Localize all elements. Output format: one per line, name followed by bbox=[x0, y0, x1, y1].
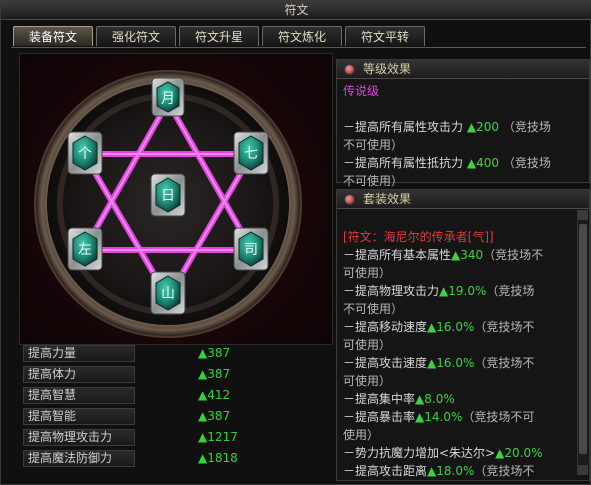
stat-label: 提高智慧 bbox=[23, 387, 135, 404]
stat-label: 提高物理攻击力 bbox=[23, 429, 135, 446]
effect-line: 可使用） bbox=[343, 374, 392, 388]
effect-line: －势力抗魔力增加<朱达尔>▲20.0% bbox=[343, 446, 543, 460]
stat-value: ▲387 bbox=[198, 409, 231, 423]
effect-line: －提高攻击速度▲16.0%（竞技场不 bbox=[343, 356, 535, 370]
effect-line: －提高物理攻击力▲19.0%（竞技场 bbox=[343, 284, 535, 298]
stat-value: ▲412 bbox=[198, 388, 231, 402]
set-effect-scrollbar[interactable] bbox=[577, 210, 588, 475]
rune-glyph-lower-left: 左 bbox=[78, 242, 92, 258]
tab-bar: 装备符文 强化符文 符文升星 符文炼化 符文平转 bbox=[13, 26, 425, 48]
stat-label: 提高魔法防御力 bbox=[23, 450, 135, 467]
set-effect-panel: 套装效果 [符文：海尼尔的传承者[气]] －提高所有基本属性▲340（竞技场不 … bbox=[336, 189, 590, 481]
stat-row: 提高物理攻击力 ▲1217 bbox=[23, 428, 331, 447]
effect-line: 不可使用） bbox=[343, 138, 404, 152]
rune-slot-center[interactable]: 日 bbox=[150, 173, 186, 217]
effect-line: －提高暴击率▲14.0%（竞技场不可 bbox=[343, 410, 535, 424]
effect-line: －提高所有属性抵抗力 ▲400 （竞技场 bbox=[343, 156, 551, 170]
stat-label: 提高智能 bbox=[23, 408, 135, 425]
tab-rune-star-up[interactable]: 符文升星 bbox=[179, 26, 259, 46]
window-title: 符文 bbox=[1, 1, 591, 20]
effect-line: 不可使用） bbox=[343, 302, 404, 316]
rune-slot-lower-left[interactable]: 左 bbox=[67, 227, 103, 271]
effect-line: 可使用） bbox=[343, 338, 392, 352]
stat-row: 提高魔法防御力 ▲1818 bbox=[23, 449, 331, 468]
tab-rune-transfer[interactable]: 符文平转 bbox=[345, 26, 425, 46]
effect-line: －提高集中率▲8.0% bbox=[343, 392, 455, 406]
tab-enhance-rune[interactable]: 强化符文 bbox=[96, 26, 176, 46]
rune-circle-art: 月 个 七 日 左 司 山 bbox=[34, 70, 302, 338]
effect-line: 可使用） bbox=[343, 266, 392, 280]
rune-glyph-lower-right: 司 bbox=[244, 242, 258, 258]
scroll-up-button[interactable] bbox=[578, 210, 588, 220]
effect-line: 使用） bbox=[343, 428, 380, 442]
effect-line: 不可使用） bbox=[343, 174, 404, 188]
tier-label: 传说级 bbox=[343, 84, 380, 98]
level-effect-header: 等级效果 bbox=[337, 60, 589, 79]
stat-row: 提高体力 ▲387 bbox=[23, 365, 331, 384]
stat-value: ▲1818 bbox=[198, 451, 238, 465]
stat-value: ▲387 bbox=[198, 367, 231, 381]
set-effect-body: [符文：海尼尔的传承者[气]] －提高所有基本属性▲340（竞技场不 可使用） … bbox=[343, 228, 575, 480]
level-effect-panel: 等级效果 传说级 －提高所有属性攻击力 ▲200 （竞技场 不可使用） －提高所… bbox=[336, 59, 590, 188]
set-name: [符文：海尼尔的传承者[气]] bbox=[343, 230, 494, 244]
rune-glyph-upper-right: 七 bbox=[244, 146, 258, 162]
stat-label: 提高体力 bbox=[23, 366, 135, 383]
rune-slot-bottom[interactable]: 山 bbox=[150, 271, 186, 315]
tab-rune-refine[interactable]: 符文炼化 bbox=[262, 26, 342, 46]
level-effect-body: 传说级 －提高所有属性攻击力 ▲200 （竞技场 不可使用） －提高所有属性抵抗… bbox=[343, 82, 551, 190]
rune-slot-lower-right[interactable]: 司 bbox=[233, 227, 269, 271]
stat-row: 提高力量 ▲387 bbox=[23, 344, 331, 363]
effect-line: －提高攻击距离▲18.0%（竞技场不 bbox=[343, 464, 535, 478]
set-effect-header: 套装效果 bbox=[337, 190, 589, 209]
stat-row: 提高智能 ▲387 bbox=[23, 407, 331, 426]
rune-glyph-center: 日 bbox=[161, 188, 175, 204]
rune-slot-upper-left[interactable]: 个 bbox=[67, 131, 103, 175]
scroll-down-button[interactable] bbox=[578, 465, 588, 475]
stat-value: ▲1217 bbox=[198, 430, 238, 444]
stat-label: 提高力量 bbox=[23, 345, 135, 362]
rune-slot-upper-right[interactable]: 七 bbox=[233, 131, 269, 175]
tab-equip-rune[interactable]: 装备符文 bbox=[13, 26, 93, 46]
rune-glyph-upper-left: 个 bbox=[78, 146, 92, 162]
level-effect-title: 等级效果 bbox=[363, 62, 412, 76]
stat-value: ▲387 bbox=[198, 346, 231, 360]
bullet-icon bbox=[344, 64, 355, 75]
tab-divider bbox=[11, 47, 586, 48]
scroll-thumb[interactable] bbox=[579, 224, 587, 454]
effect-line: －提高移动速度▲16.0%（竞技场不 bbox=[343, 320, 535, 334]
stat-row: 提高智慧 ▲412 bbox=[23, 386, 331, 405]
rune-window: 符文 装备符文 强化符文 符文升星 符文炼化 符文平转 月 个 七 日 左 司 … bbox=[0, 0, 591, 485]
rune-slot-top[interactable]: 月 bbox=[151, 77, 185, 117]
rune-circle-panel: 月 个 七 日 左 司 山 bbox=[19, 53, 333, 345]
effect-line: －提高所有属性攻击力 ▲200 （竞技场 bbox=[343, 120, 551, 134]
rune-glyph-bottom: 山 bbox=[161, 286, 175, 302]
effect-line: －提高所有基本属性▲340（竞技场不 bbox=[343, 248, 544, 262]
rune-glyph-top: 月 bbox=[161, 91, 175, 107]
bullet-icon bbox=[344, 194, 355, 205]
set-effect-title: 套装效果 bbox=[363, 192, 412, 206]
